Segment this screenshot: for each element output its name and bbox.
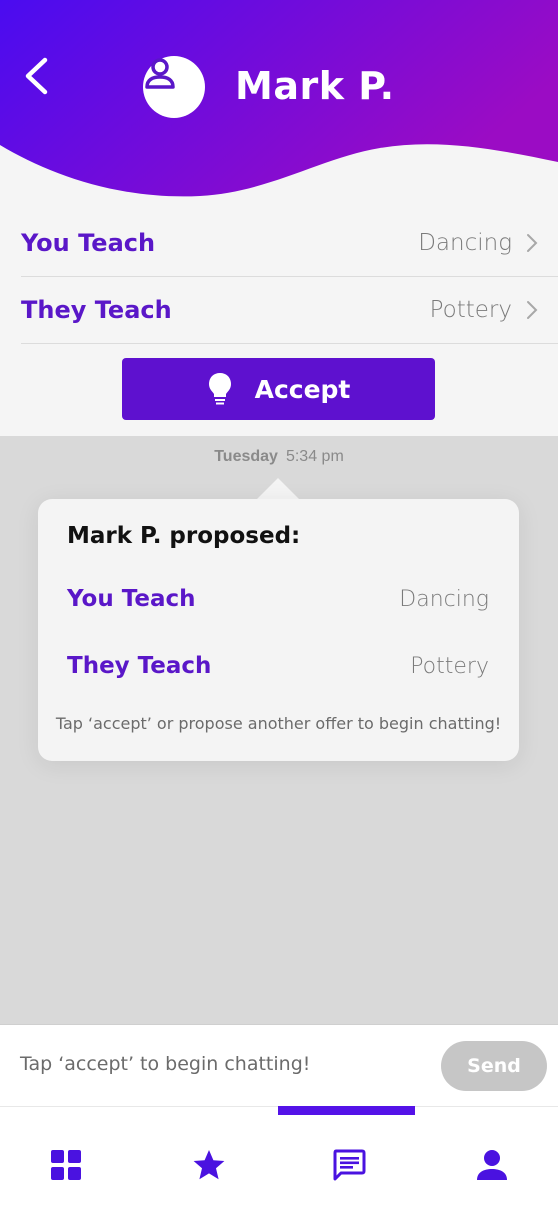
message-timestamp: Tuesday 5:34 pm bbox=[0, 448, 558, 466]
proposal-they-teach-row: They Teach Pottery bbox=[67, 653, 489, 679]
chevron-right-icon bbox=[527, 301, 538, 319]
tab-dashboard[interactable] bbox=[48, 1147, 84, 1183]
you-teach-label: You Teach bbox=[21, 229, 156, 257]
they-teach-label: They Teach bbox=[21, 296, 172, 324]
proposal-card: Mark P. proposed: You Teach Dancing They… bbox=[38, 499, 519, 761]
active-tab-indicator bbox=[278, 1106, 415, 1115]
star-icon bbox=[193, 1150, 225, 1180]
card-pointer bbox=[256, 478, 300, 500]
back-button[interactable] bbox=[18, 54, 58, 98]
proposal-hint: Tap ‘accept’ or propose another offer to… bbox=[55, 714, 502, 733]
tab-profile[interactable] bbox=[474, 1147, 510, 1183]
avatar bbox=[143, 56, 205, 118]
they-teach-value: Pottery bbox=[429, 297, 512, 323]
lightbulb-icon bbox=[208, 373, 231, 405]
they-teach-row[interactable]: They Teach Pottery bbox=[21, 277, 558, 344]
chevron-right-icon bbox=[527, 234, 538, 252]
tab-bar bbox=[0, 1106, 558, 1215]
proposal-they-teach-value: Pottery bbox=[410, 653, 489, 679]
profile-icon bbox=[477, 1150, 507, 1180]
send-label: Send bbox=[467, 1055, 521, 1077]
offer-panel: You Teach Dancing They Teach Pottery Acc… bbox=[0, 200, 558, 436]
proposal-title: Mark P. proposed: bbox=[67, 523, 301, 549]
message-day: Tuesday bbox=[214, 448, 278, 465]
proposal-you-teach-label: You Teach bbox=[67, 586, 196, 612]
chat-icon bbox=[333, 1149, 366, 1181]
tab-messages[interactable] bbox=[331, 1147, 367, 1183]
chevron-left-icon bbox=[25, 57, 48, 95]
message-time: 5:34 pm bbox=[285, 448, 344, 465]
you-teach-value: Dancing bbox=[418, 230, 512, 256]
grid-icon bbox=[51, 1150, 81, 1180]
accept-button[interactable]: Accept bbox=[122, 358, 435, 420]
proposal-they-teach-label: They Teach bbox=[67, 653, 212, 679]
proposal-you-teach-row: You Teach Dancing bbox=[67, 586, 489, 612]
you-teach-row[interactable]: You Teach Dancing bbox=[21, 210, 558, 277]
message-input[interactable]: Tap ‘accept’ to begin chatting! bbox=[20, 1053, 310, 1075]
contact-name: Mark P. bbox=[235, 64, 395, 108]
send-button[interactable]: Send bbox=[441, 1041, 547, 1091]
accept-label: Accept bbox=[254, 374, 351, 404]
user-icon bbox=[145, 58, 175, 89]
proposal-you-teach-value: Dancing bbox=[399, 586, 489, 612]
message-composer: Tap ‘accept’ to begin chatting! Send bbox=[0, 1024, 558, 1107]
header: Mark P. bbox=[0, 0, 558, 200]
tab-favorites[interactable] bbox=[191, 1147, 227, 1183]
